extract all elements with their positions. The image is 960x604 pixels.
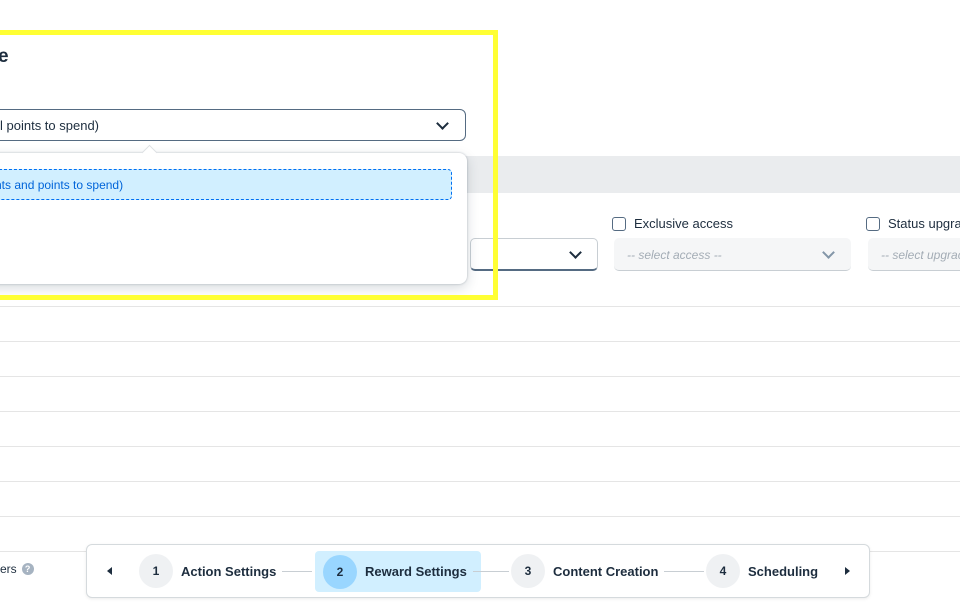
- step-connector: [664, 571, 704, 572]
- step-scheduling[interactable]: 4 Scheduling: [706, 545, 818, 597]
- step-content-creation[interactable]: 3 Content Creation: [511, 545, 658, 597]
- chevron-down-icon: [569, 246, 582, 259]
- status-upgrade-row: Status upgrad: [866, 216, 960, 231]
- exclusive-access-row: Exclusive access: [612, 216, 733, 231]
- exclusive-access-select[interactable]: -- select access --: [614, 238, 851, 271]
- exclusive-access-checkbox[interactable]: [612, 216, 626, 231]
- row-divider: [0, 376, 960, 377]
- step-number: 2: [323, 554, 357, 589]
- row-divider: [0, 306, 960, 307]
- step-connector: [473, 571, 509, 572]
- step-label: Content Creation: [553, 563, 659, 579]
- status-upgrade-checkbox[interactable]: [866, 216, 880, 231]
- status-upgrade-select[interactable]: -- select upgrac: [868, 238, 960, 271]
- step-label: Scheduling: [748, 563, 819, 579]
- row-divider: [0, 481, 960, 482]
- caret-right-icon[interactable]: [845, 567, 850, 575]
- row-divider: [0, 446, 960, 447]
- step-number: 3: [511, 554, 545, 588]
- step-label: Reward Settings: [365, 564, 467, 579]
- help-icon[interactable]: ?: [21, 563, 34, 575]
- step-number: 1: [139, 554, 173, 588]
- step-label: Action Settings: [181, 563, 277, 579]
- step-action-settings[interactable]: 1 Action Settings: [139, 545, 276, 597]
- step-number: 4: [706, 554, 740, 588]
- chevron-down-icon: [822, 246, 835, 259]
- status-upgrade-placeholder: -- select upgrac: [881, 248, 960, 262]
- row-divider: [0, 341, 960, 342]
- row-divider: [0, 411, 960, 412]
- step-reward-settings[interactable]: 2 Reward Settings: [315, 551, 481, 592]
- tiers-row: tiers ?: [0, 562, 34, 576]
- row-divider: [0, 516, 960, 517]
- status-upgrade-label: Status upgrad: [888, 216, 960, 231]
- highlight-box: [0, 30, 498, 300]
- caret-left-icon[interactable]: [107, 567, 112, 575]
- step-connector: [282, 571, 312, 572]
- exclusive-access-label: Exclusive access: [634, 216, 733, 231]
- tiers-label: tiers: [0, 562, 17, 576]
- wizard-stepper: 1 Action Settings 2 Reward Settings 3 Co…: [86, 544, 870, 598]
- exclusive-access-placeholder: -- select access --: [627, 248, 722, 262]
